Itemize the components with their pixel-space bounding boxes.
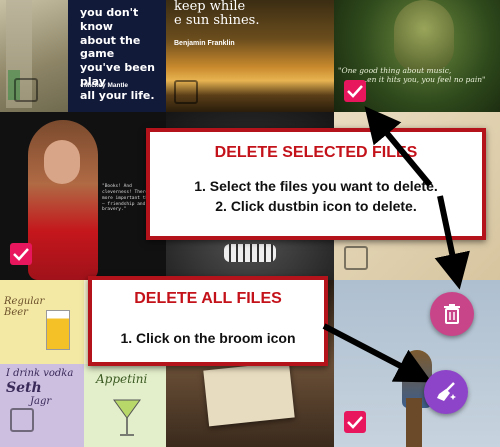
trash-icon — [444, 304, 460, 324]
clear-all-button[interactable] — [424, 370, 468, 414]
delete-selected-button[interactable] — [430, 292, 474, 336]
pointer-arrows — [322, 106, 470, 383]
broom-icon — [437, 382, 456, 401]
